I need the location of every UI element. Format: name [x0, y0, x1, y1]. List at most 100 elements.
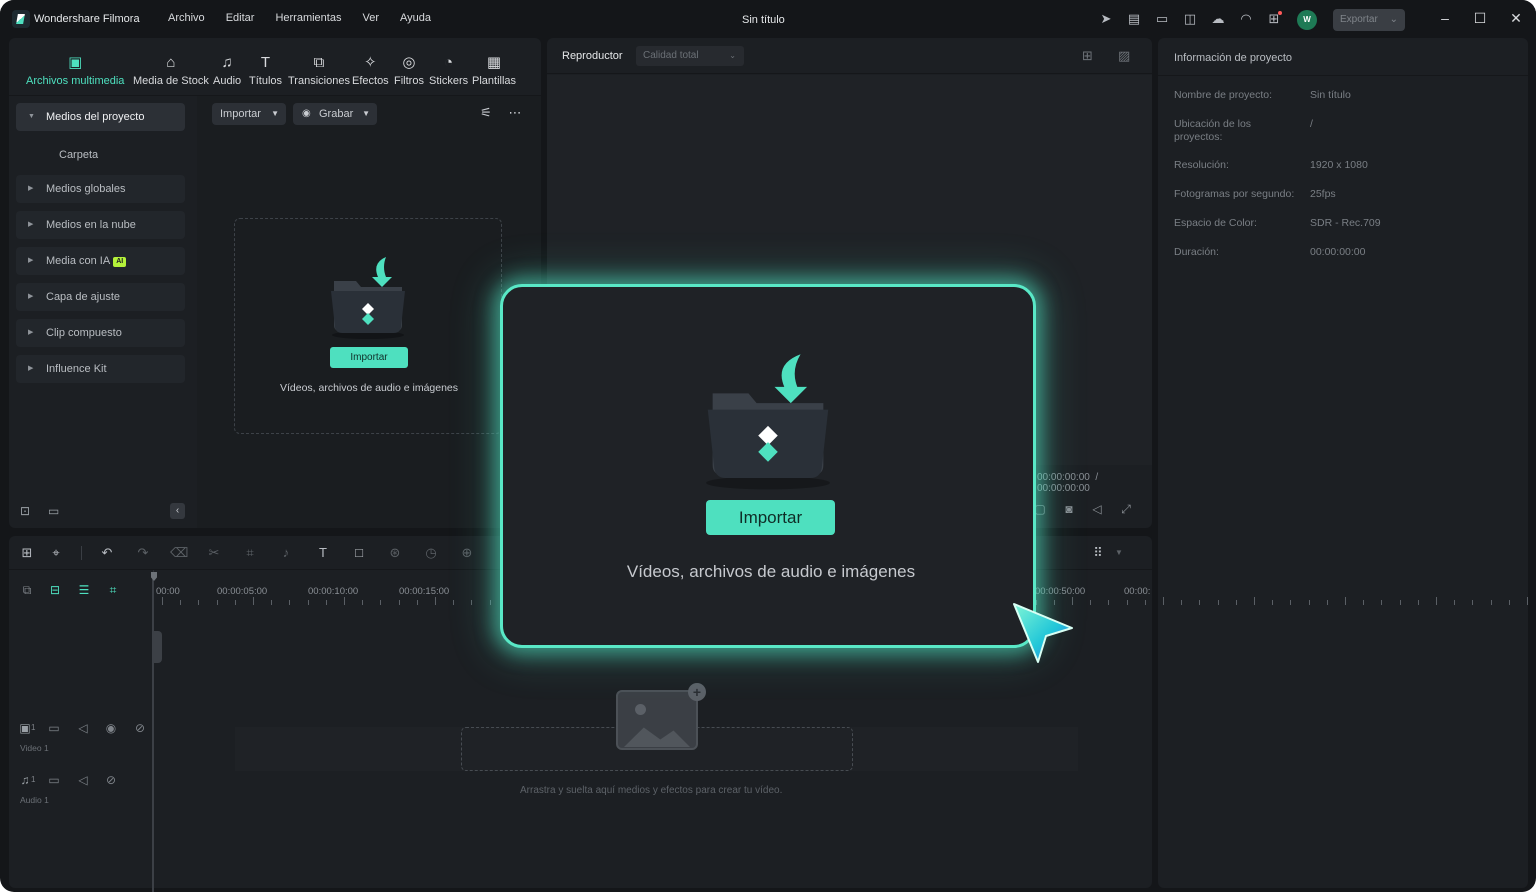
quality-dropdown[interactable]: Calidad total ⌄: [636, 46, 744, 66]
tab-media-de-stock[interactable]: ⌂ Media de Stock: [133, 54, 209, 87]
import-button[interactable]: Importar: [330, 347, 408, 368]
tab-audio[interactable]: ♫ Audio: [213, 54, 241, 87]
undo-icon[interactable]: ↶: [98, 545, 116, 561]
split-scissors-icon[interactable]: ✂: [205, 545, 223, 561]
apps-grid-icon[interactable]: ⊞: [1266, 11, 1282, 27]
info-label-nombre: Nombre de proyecto:: [1174, 89, 1273, 101]
grid-layout-icon[interactable]: ⊞: [18, 545, 36, 561]
track-lock-icon[interactable]: ⊘: [132, 720, 148, 736]
shape-tool-icon[interactable]: □: [350, 545, 368, 561]
sidebar-item-carpeta[interactable]: Carpeta: [59, 149, 98, 161]
color-icon[interactable]: ⊕: [458, 545, 476, 561]
delete-icon[interactable]: ⌫: [170, 545, 188, 561]
tab-plantillas[interactable]: ▦ Plantillas: [472, 54, 516, 87]
playhead[interactable]: [152, 572, 154, 892]
tab-archivos-multimedia[interactable]: ▣ Archivos multimedia: [26, 54, 124, 87]
sidebar-item-medios-en-la-nube[interactable]: ▶ Medios en la nube: [16, 211, 185, 239]
layout-icon[interactable]: ▭: [1154, 11, 1170, 27]
import-highlight-card[interactable]: Importar Vídeos, archivos de audio e imá…: [500, 284, 1036, 648]
chevron-down-icon[interactable]: ▼: [1110, 545, 1128, 561]
fullscreen-icon[interactable]: ⤢: [1118, 501, 1134, 517]
menu-editar[interactable]: Editar: [226, 12, 255, 24]
pointer-cursor-icon: [1013, 603, 1073, 663]
folder-icon[interactable]: ▭: [48, 504, 62, 518]
maximize-icon[interactable]: ☐: [1472, 10, 1488, 26]
ruler-tick: [1381, 600, 1383, 605]
tab-transiciones[interactable]: ⧉ Transiciones: [288, 54, 350, 87]
track-lock-icon[interactable]: ⊘: [103, 772, 119, 788]
toolbar-divider: [81, 546, 82, 560]
snap-icon[interactable]: ⌗: [105, 582, 121, 598]
redo-icon[interactable]: ↷: [134, 545, 152, 561]
menu-herramientas[interactable]: Herramientas: [275, 12, 341, 24]
add-media-image-icon: [616, 690, 698, 750]
track-folder-icon[interactable]: ▭: [46, 720, 62, 736]
track-mute-icon[interactable]: ◁: [75, 720, 91, 736]
media-panel: ▣ Archivos multimedia ⌂ Media de Stock ♫…: [9, 38, 541, 528]
sidebar-item-capa-de-ajuste[interactable]: ▶ Capa de ajuste: [16, 283, 185, 311]
image-icon[interactable]: ▨: [1118, 48, 1136, 64]
export-button[interactable]: Exportar ⌄: [1333, 9, 1405, 31]
tab-label: Media de Stock: [133, 75, 209, 87]
track-folder-icon[interactable]: ▭: [46, 772, 62, 788]
tab-stickers[interactable]: ◔ Stickers: [429, 54, 468, 87]
highlight-import-button[interactable]: Importar: [706, 500, 835, 535]
info-value-ubicacion: /: [1310, 118, 1313, 130]
media-drop-zone[interactable]: Importar Vídeos, archivos de audio e imá…: [234, 218, 502, 434]
menu-ver[interactable]: Ver: [362, 12, 379, 24]
add-track-icon[interactable]: ⧉: [19, 582, 35, 598]
import-dropdown-label: Importar: [220, 108, 261, 120]
minimize-icon[interactable]: –: [1437, 10, 1453, 26]
info-label-espacio-color: Espacio de Color:: [1174, 217, 1257, 229]
filter-sort-icon[interactable]: ⚟: [477, 105, 495, 121]
audio-tool-icon[interactable]: ♪: [277, 545, 295, 561]
magnet-icon[interactable]: ☰: [76, 582, 92, 598]
grid-view-icon[interactable]: ⊞: [1082, 48, 1100, 64]
track-options-icon[interactable]: ⠿: [1089, 545, 1107, 561]
sidebar-item-medios-del-proyecto[interactable]: ▼ Medios del proyecto: [16, 103, 185, 131]
project-card-icon[interactable]: ▤: [1126, 11, 1142, 27]
track-visibility-icon[interactable]: ◉: [103, 720, 119, 736]
track-mute-icon[interactable]: ◁: [75, 772, 91, 788]
sidebar-item-clip-compuesto[interactable]: ▶ Clip compuesto: [16, 319, 185, 347]
sidebar-item-influence-kit[interactable]: ▶ Influence Kit: [16, 355, 185, 383]
snapshot-camera-icon[interactable]: ◙: [1061, 501, 1077, 517]
text-tool-icon[interactable]: T: [314, 545, 332, 561]
ruler-tick: [1326, 600, 1328, 605]
ruler-tick: [271, 600, 273, 605]
sidebar-item-medios-globales[interactable]: ▶ Medios globales: [16, 175, 185, 203]
ruler-tick: [362, 600, 364, 605]
ai-tool-icon[interactable]: ⊛: [386, 545, 404, 561]
import-dropdown[interactable]: Importar ▼: [212, 103, 286, 125]
crop-tool-icon[interactable]: ⌗: [241, 545, 259, 561]
headset-icon[interactable]: ◠: [1238, 11, 1254, 27]
timeline-scroll-handle[interactable]: [153, 631, 162, 663]
menu-ayuda[interactable]: Ayuda: [400, 12, 431, 24]
timeline-drop-caption: Arrastra y suelta aquí medios y efectos …: [520, 785, 783, 796]
speed-icon[interactable]: ◷: [422, 545, 440, 561]
tab-efectos[interactable]: ✧ Efectos: [352, 54, 389, 87]
collapse-sidebar-button[interactable]: ‹: [170, 503, 185, 519]
ruler-tick: [1144, 600, 1146, 605]
send-icon[interactable]: ➤: [1098, 11, 1114, 27]
more-options-icon[interactable]: ⋯: [506, 105, 524, 121]
volume-icon[interactable]: ◁: [1089, 501, 1105, 517]
tab-titulos[interactable]: T Títulos: [249, 54, 282, 87]
close-icon[interactable]: ✕: [1508, 10, 1524, 26]
media-sidebar: ▼ Medios del proyecto Carpeta ▶ Medios g…: [9, 96, 197, 528]
record-dropdown[interactable]: ◉ Grabar ▼: [293, 103, 377, 125]
music-note-icon: ♫: [221, 54, 233, 71]
tab-filtros[interactable]: ◎ Filtros: [394, 54, 424, 87]
avatar[interactable]: W: [1297, 10, 1317, 30]
save-icon[interactable]: ◫: [1182, 11, 1198, 27]
select-tool-icon[interactable]: ⌖: [47, 545, 65, 561]
media-content: Importar ▼ ◉ Grabar ▼ ⚟ ⋯ Importar Vídeo…: [197, 96, 541, 528]
sidebar-item-media-con-ia[interactable]: ▶ Media con IA AI: [16, 247, 185, 275]
new-folder-icon[interactable]: ⊡: [20, 504, 34, 518]
menu-archivo[interactable]: Archivo: [168, 12, 205, 24]
plus-icon: +: [688, 683, 706, 701]
link-icon[interactable]: ⊟: [47, 582, 63, 598]
info-value-duracion: 00:00:00:00: [1310, 246, 1366, 258]
cloud-upload-icon[interactable]: ☁: [1210, 11, 1226, 27]
info-value-fps: 25fps: [1310, 188, 1336, 200]
